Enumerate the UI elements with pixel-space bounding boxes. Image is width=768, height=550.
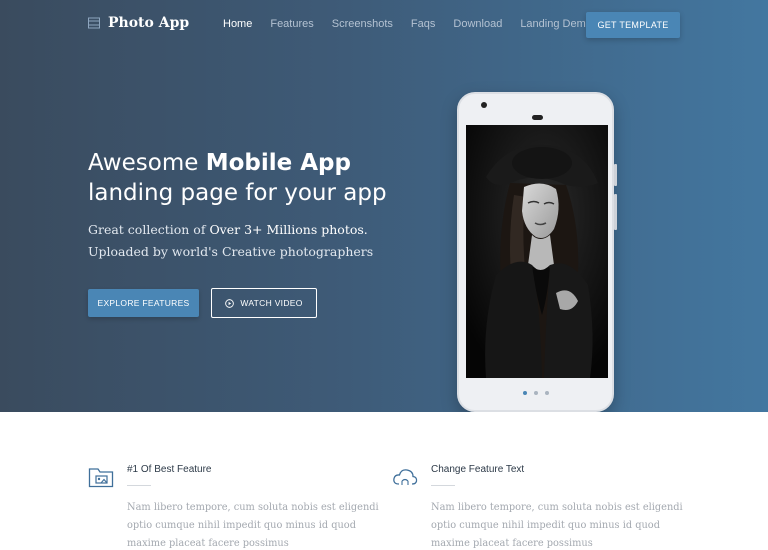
phone-camera: [481, 102, 487, 108]
carousel-dot[interactable]: [533, 391, 538, 395]
watch-video-label: WATCH VIDEO: [240, 298, 303, 308]
nav-item-faqs[interactable]: Faqs: [411, 18, 435, 30]
phone-side-button: [614, 164, 617, 186]
hero-headline: Awesome Mobile App landing page for your…: [88, 148, 387, 208]
phone-side-button: [614, 194, 617, 230]
nav-item-home[interactable]: Home: [223, 18, 252, 30]
explore-features-button[interactable]: EXPLORE FEATURES: [88, 289, 199, 317]
subtitle-prefix: Great collection of: [88, 222, 210, 237]
carousel-dot[interactable]: [544, 391, 549, 395]
headline-bold: Mobile App: [205, 150, 351, 176]
get-template-button[interactable]: GET TEMPLATE: [586, 12, 680, 38]
phone-mockup: [457, 92, 617, 412]
main-nav: Home Features Screenshots Faqs Download …: [223, 18, 626, 30]
hero-subtitle: Great collection of Over 3+ Millions pho…: [88, 219, 373, 263]
hero-section: Photo App Home Features Screenshots Faqs…: [0, 0, 768, 412]
cloud-sync-icon: [393, 469, 418, 485]
brand-logo[interactable]: Photo App: [88, 15, 189, 31]
subtitle-line2: Uploaded by world's Creative photographe…: [88, 244, 374, 259]
portrait-photo: [466, 125, 608, 378]
film-icon: [88, 17, 100, 29]
feature-title: #1 Of Best Feature: [127, 464, 212, 475]
nav-item-download[interactable]: Download: [453, 18, 502, 30]
feature-description: Nam libero tempore, cum soluta nobis est…: [431, 502, 683, 549]
play-circle-icon: [225, 298, 235, 308]
feature-title: Change Feature Text: [431, 464, 525, 475]
subtitle-bold: Over 3+ Millions photos.: [209, 222, 368, 237]
brand-name: Photo App: [108, 15, 190, 31]
watch-video-button[interactable]: WATCH VIDEO: [211, 288, 317, 318]
headline-prefix: Awesome: [88, 150, 206, 176]
carousel-dot[interactable]: [522, 391, 527, 395]
phone-screen: [466, 125, 608, 378]
feature-divider: [431, 485, 455, 486]
feature-divider: [127, 485, 151, 486]
phone-speaker: [532, 115, 543, 120]
photo-folder-icon: [88, 468, 114, 488]
nav-item-screenshots[interactable]: Screenshots: [332, 18, 393, 30]
feature-description: Nam libero tempore, cum soluta nobis est…: [127, 502, 379, 549]
nav-item-features[interactable]: Features: [270, 18, 313, 30]
carousel-dots: [459, 391, 612, 395]
headline-line2: landing page for your app: [88, 180, 387, 206]
